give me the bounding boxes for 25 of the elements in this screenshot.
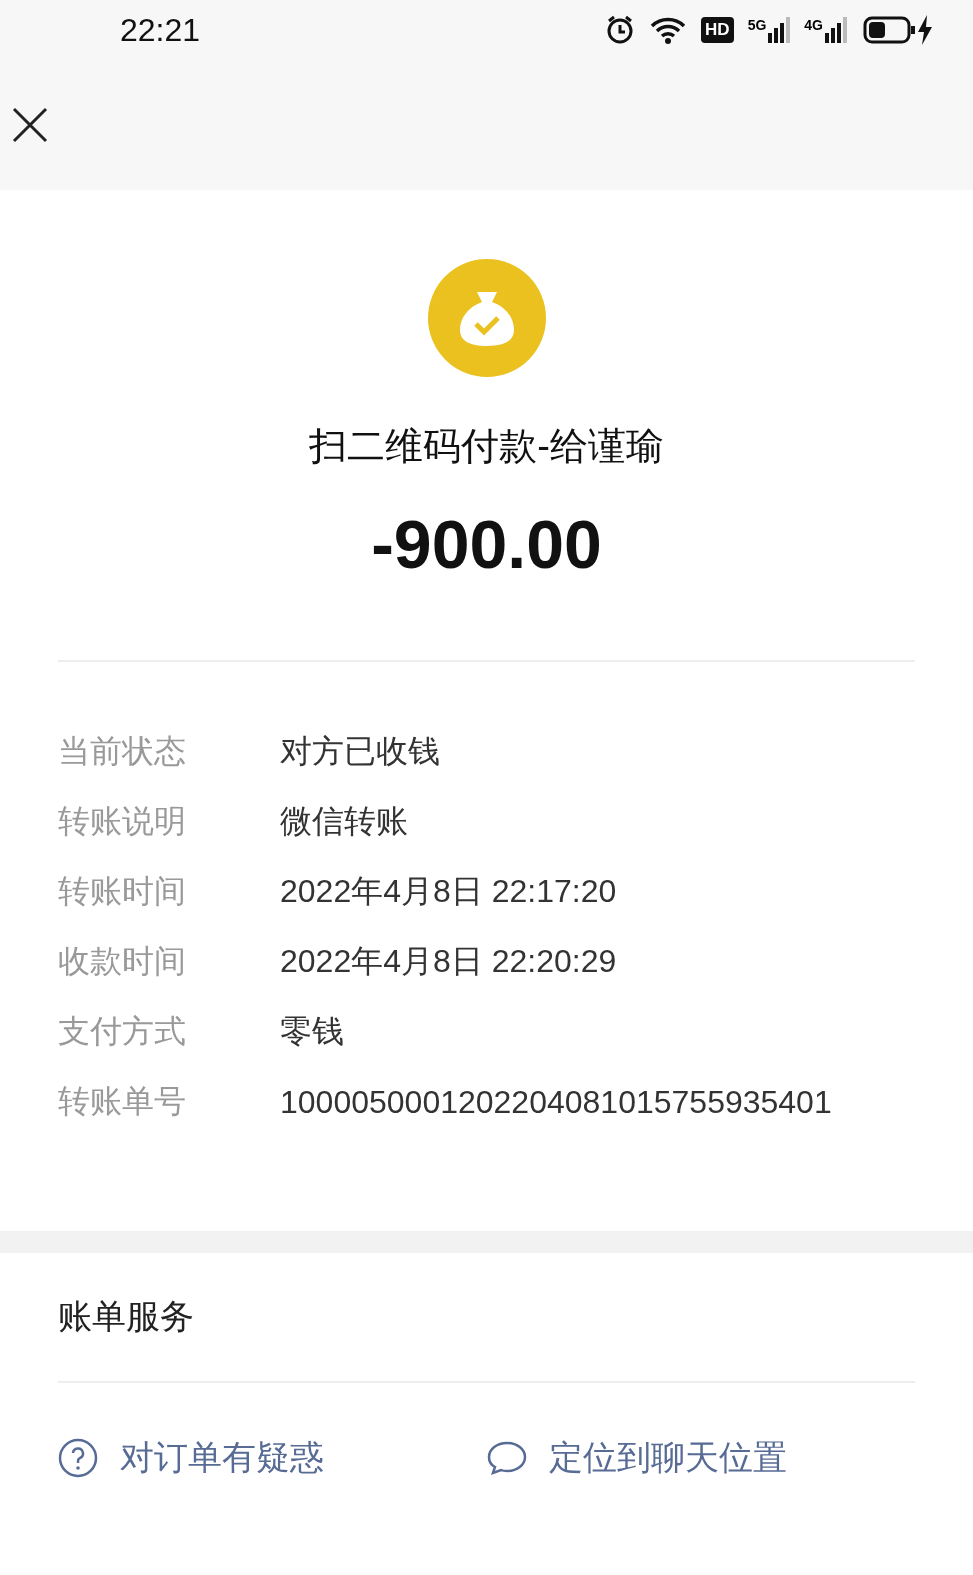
payment-amount: -900.00 [371, 505, 602, 584]
action-link[interactable]: 对订单有疑惑 [120, 1435, 324, 1481]
payment-title: 扫二维码付款-给谨瑜 [309, 424, 664, 469]
section-title: 账单服务 [58, 1296, 194, 1337]
close-icon[interactable] [12, 107, 48, 143]
detail-label: 转账时间 [58, 872, 187, 911]
detail-value: 微信转账 [280, 802, 408, 841]
money-bag-icon [426, 258, 547, 378]
detail-label: 转账单号 [58, 1082, 187, 1121]
wifi-icon [649, 15, 688, 45]
clock-time: 22:21 [120, 11, 201, 49]
chat-bubble-icon [486, 1440, 527, 1476]
help-icon [58, 1438, 98, 1478]
detail-value: 2022年4月8日 22:17:20 [280, 872, 617, 911]
hd-badge: HD [701, 17, 734, 43]
detail-value: 2022年4月8日 22:20:29 [280, 942, 617, 981]
detail-value: 零钱 [280, 1012, 344, 1051]
detail-label: 支付方式 [58, 1012, 187, 1051]
detail-label: 转账说明 [58, 802, 187, 841]
detail-label: 当前状态 [58, 732, 187, 771]
detail-value: 对方已收钱 [280, 732, 440, 771]
detail-label: 收款时间 [58, 942, 187, 981]
action-link[interactable]: 定位到聊天位置 [548, 1435, 787, 1481]
battery-icon [863, 15, 917, 45]
detail-value: 1000050001202204081015755935401 [280, 1083, 832, 1121]
